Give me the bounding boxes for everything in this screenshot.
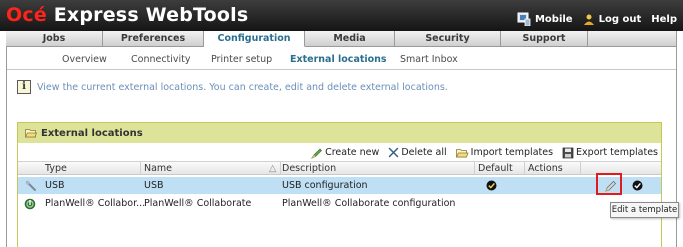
tab-configuration[interactable]: Configuration [204,31,305,47]
subtab-external-locations[interactable]: External locations [290,54,387,65]
column-separator [580,162,581,175]
subtab-overview[interactable]: Overview [62,54,107,65]
column-default[interactable]: Default [478,163,513,174]
subtab-printer-setup[interactable]: Printer setup [211,54,272,65]
create-new-icon [311,148,323,159]
default-check-icon [486,180,497,191]
row-name: USB [144,180,164,191]
top-links: Mobile Log out Help [507,12,677,26]
panel-title: External locations [41,127,143,139]
info-icon: i [17,80,31,94]
export-disk-icon [562,147,574,158]
import-templates-label: Import templates [470,147,554,158]
tab-support[interactable]: Support [501,31,588,47]
mobile-link[interactable]: Mobile [517,12,573,26]
planwell-icon [24,198,36,210]
subtab-smart-inbox[interactable]: Smart Inbox [400,54,458,65]
row-type: USB [45,180,65,191]
logout-label: Log out [598,13,642,25]
brand-oce: Océ [6,4,47,26]
export-templates-button[interactable]: Export templates [562,147,658,159]
tab-preferences[interactable]: Preferences [103,31,204,47]
column-separator [280,162,281,175]
app-title: Océ Express WebTools [6,4,248,26]
help-link[interactable]: Help [651,14,677,25]
column-description[interactable]: Description [282,163,336,174]
panel-toolbar: Create new Delete all Import templates E… [302,145,658,160]
tab-jobs[interactable]: Jobs [6,31,103,47]
tab-security[interactable]: Security [395,31,501,47]
brand-rest: Express WebTools [46,4,249,26]
subtab-divider [7,69,676,70]
import-folder-icon [455,148,469,157]
delete-all-label: Delete all [401,147,447,158]
column-separator [140,162,141,175]
delete-icon [389,147,399,158]
folder-open-icon [25,129,37,138]
column-type[interactable]: Type [45,163,67,174]
row-description: USB configuration [282,180,368,191]
column-separator [474,162,475,175]
row-description: PlanWell® Collaborate configuration [282,198,456,209]
info-message: i View the current external locations. Y… [17,80,448,94]
subtab-connectivity[interactable]: Connectivity [131,54,191,65]
help-label: Help [651,13,677,25]
external-locations-panel: External locations Create new Delete all… [17,122,662,247]
mobile-label: Mobile [534,13,573,25]
table-row[interactable]: USB USB USB configuration [18,177,661,194]
tab-empty [588,31,677,47]
main-tabs: Jobs Preferences Configuration Media Sec… [6,31,677,47]
column-actions[interactable]: Actions [528,163,563,174]
create-new-label: Create new [325,147,380,158]
table-header: Type Name △ Description Default Actions [18,161,661,175]
mobile-icon [517,12,531,26]
logout-link[interactable]: Log out [583,13,642,25]
edit-highlight-box [596,173,622,195]
import-templates-button[interactable]: Import templates [455,147,554,158]
tab-media[interactable]: Media [305,31,395,47]
info-text: View the current external locations. You… [37,81,448,93]
sub-tabs: Overview Connectivity Printer setup Exte… [6,51,677,67]
logout-icon [583,14,594,25]
column-name[interactable]: Name [144,163,172,174]
tooltip: Edit a template [610,202,679,218]
header-bar: Océ Express WebTools Mobile Log out Help [0,0,683,31]
usb-icon [25,180,36,191]
sort-ascending-icon[interactable]: △ [269,163,276,174]
row-type: PlanWell® Collabor... [45,198,146,209]
create-new-button[interactable]: Create new [311,147,379,159]
export-templates-label: Export templates [576,147,658,158]
column-separator [524,162,525,175]
row-name: PlanWell® Collaborate [144,198,252,209]
panel-header[interactable]: External locations [18,123,661,143]
delete-all-button[interactable]: Delete all [388,147,447,158]
table-row[interactable]: PlanWell® Collabor... PlanWell® Collabor… [18,195,661,212]
set-default-icon[interactable] [632,180,643,191]
